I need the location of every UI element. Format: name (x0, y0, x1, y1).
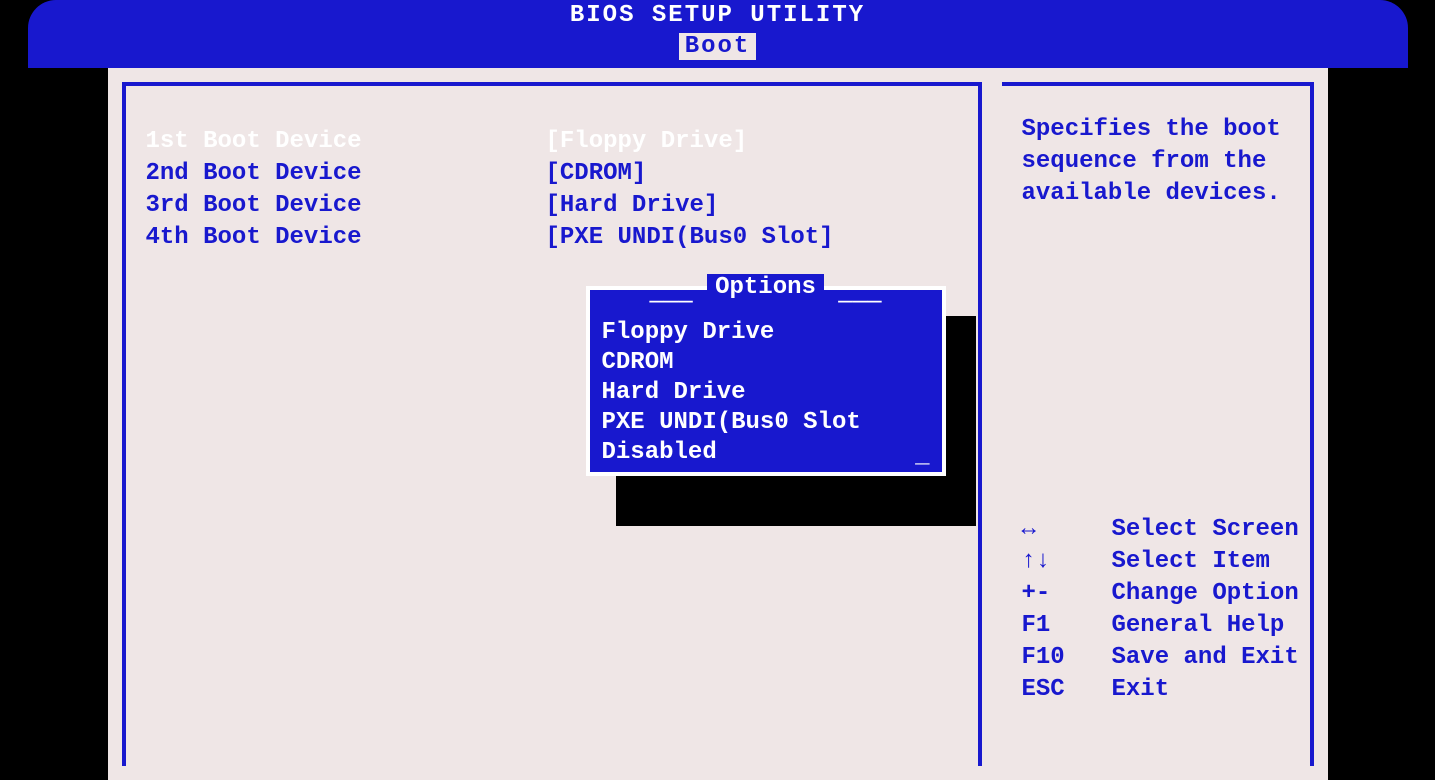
key-legend: ↔ Select Screen ↑↓ Select Item +- Change… (1022, 514, 1300, 706)
key-change-option-key: +- (1022, 578, 1112, 610)
key-general-help-desc: General Help (1112, 610, 1300, 642)
options-item-floppy[interactable]: Floppy Drive (590, 318, 942, 348)
key-select-screen-desc: Select Screen (1112, 514, 1300, 546)
key-save-exit: F10 Save and Exit (1022, 642, 1300, 674)
popup-cursor-icon: _ (915, 443, 929, 470)
boot-device-2[interactable]: 2nd Boot Device [CDROM] (146, 158, 968, 190)
key-change-option: +- Change Option (1022, 578, 1300, 610)
boot-device-1-label: 1st Boot Device (146, 126, 546, 158)
key-save-exit-desc: Save and Exit (1112, 642, 1300, 674)
boot-device-4-label: 4th Boot Device (146, 222, 546, 254)
options-popup-title: Options (707, 274, 824, 301)
key-exit-key: ESC (1022, 674, 1112, 706)
boot-device-4[interactable]: 4th Boot Device [PXE UNDI(Bus0 Slot] (146, 222, 968, 254)
boot-device-1[interactable]: 1st Boot Device [Floppy Drive] (146, 126, 968, 158)
boot-device-1-value: [Floppy Drive] (546, 126, 968, 158)
boot-device-4-value: [PXE UNDI(Bus0 Slot] (546, 222, 968, 254)
key-select-screen: ↔ Select Screen (1022, 514, 1300, 546)
key-general-help: F1 General Help (1022, 610, 1300, 642)
panel-area: 1st Boot Device [Floppy Drive] 2nd Boot … (108, 68, 1328, 780)
bios-title: BIOS SETUP UTILITY (28, 0, 1408, 29)
options-item-pxe[interactable]: PXE UNDI(Bus0 Slot (590, 408, 942, 438)
boot-device-3-value: [Hard Drive] (546, 190, 968, 222)
side-panel: Specifies the boot sequence from the ava… (1002, 82, 1314, 766)
options-popup-header: ─── Options ─── (590, 290, 942, 318)
options-item-disabled[interactable]: Disabled (590, 438, 942, 468)
key-save-exit-key: F10 (1022, 642, 1112, 674)
key-select-item-desc: Select Item (1112, 546, 1300, 578)
key-change-option-desc: Change Option (1112, 578, 1300, 610)
key-exit-desc: Exit (1112, 674, 1300, 706)
options-popup: ─── Options ─── Floppy Drive CDROM Hard … (586, 286, 946, 476)
boot-device-2-label: 2nd Boot Device (146, 158, 546, 190)
bios-screen: BIOS SETUP UTILITY Boot 1st Boot Device … (28, 0, 1408, 780)
key-exit: ESC Exit (1022, 674, 1300, 706)
options-item-harddrive[interactable]: Hard Drive (590, 378, 942, 408)
key-select-item-key: ↑↓ (1022, 546, 1112, 578)
key-general-help-key: F1 (1022, 610, 1112, 642)
options-item-cdrom[interactable]: CDROM (590, 348, 942, 378)
boot-device-list: 1st Boot Device [Floppy Drive] 2nd Boot … (146, 126, 968, 254)
boot-device-3-label: 3rd Boot Device (146, 190, 546, 222)
key-select-screen-key: ↔ (1022, 514, 1112, 546)
main-panel: 1st Boot Device [Floppy Drive] 2nd Boot … (122, 82, 982, 766)
boot-device-3[interactable]: 3rd Boot Device [Hard Drive] (146, 190, 968, 222)
key-select-item: ↑↓ Select Item (1022, 546, 1300, 578)
help-text: Specifies the boot sequence from the ava… (1022, 114, 1300, 210)
tab-boot[interactable]: Boot (679, 33, 757, 60)
boot-device-2-value: [CDROM] (546, 158, 968, 190)
bios-header: BIOS SETUP UTILITY Boot (28, 0, 1408, 68)
